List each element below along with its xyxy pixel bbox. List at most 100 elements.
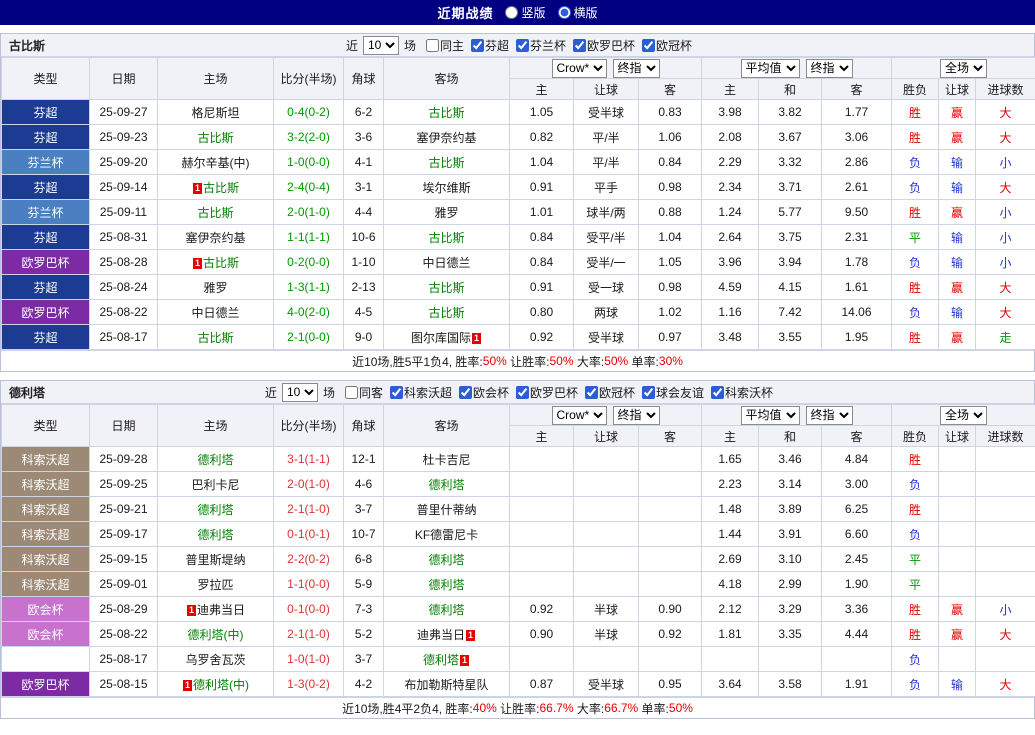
avg-provider-select[interactable]: 平均值 xyxy=(740,58,800,78)
result-goals-cell xyxy=(975,496,1035,522)
layout-horizontal-option[interactable]: 横版 xyxy=(557,4,598,21)
filter-checkbox[interactable] xyxy=(516,385,529,399)
team-link: 塞伊奈约基 xyxy=(416,130,477,145)
league-type-cell: 欧罗巴杯 xyxy=(1,299,90,325)
team-link: 雅罗 xyxy=(203,280,228,295)
team-link: 德利塔 xyxy=(428,577,465,592)
score-cell: 1-1(1-1) xyxy=(273,224,344,250)
avg-home-cell xyxy=(701,646,759,672)
scope-select[interactable]: 全场 xyxy=(940,58,988,78)
avg-draw-cell: 3.94 xyxy=(758,249,822,275)
horizontal-radio[interactable] xyxy=(557,6,571,19)
vertical-radio[interactable] xyxy=(505,6,519,19)
result-wdl-cell: 胜 xyxy=(891,621,940,647)
column-header: 类型 xyxy=(1,404,90,447)
filter-checkbox[interactable] xyxy=(425,38,439,52)
layout-vertical-option[interactable]: 竖版 xyxy=(505,4,546,21)
home-team-cell: 乌罗舍瓦茨 xyxy=(157,646,274,672)
result-handicap-cell: 输 xyxy=(938,174,977,200)
result-handicap-cell: 输 xyxy=(938,149,977,175)
filter-same-venue-option[interactable]: 同客 xyxy=(344,384,383,401)
odds-provider-select[interactable]: Crow* xyxy=(551,58,607,78)
filter-league-option[interactable]: 芬兰杯 xyxy=(516,37,566,54)
league-type-cell: 科索沃超 xyxy=(1,471,90,497)
recent-count-select[interactable]: 10 xyxy=(362,35,399,55)
filter-checkbox[interactable] xyxy=(516,38,529,52)
odds-handicap-cell xyxy=(573,646,639,672)
avg-home-cell: 3.98 xyxy=(701,99,759,125)
recent-count-select[interactable]: 10 xyxy=(281,382,318,402)
team-link: 德利塔(中) xyxy=(187,627,244,642)
score-cell: 3-1(1-1) xyxy=(273,446,344,472)
score-cell: 1-0(1-0) xyxy=(273,646,344,672)
odds-kind-select[interactable]: 终指 xyxy=(612,405,660,425)
avg-draw-cell: 3.29 xyxy=(758,596,822,622)
result-handicap-cell xyxy=(938,446,977,472)
column-header: 比分(半场) xyxy=(273,404,344,447)
team-link: 古比斯 xyxy=(202,255,239,270)
result-handicap-cell: 赢 xyxy=(938,199,977,225)
away-team-cell: 古比斯 xyxy=(383,224,510,250)
filter-same-venue-option[interactable]: 同主 xyxy=(425,37,464,54)
filter-checkbox[interactable] xyxy=(711,385,725,399)
result-handicap-cell: 输 xyxy=(938,299,977,325)
filter-league-option[interactable]: 欧会杯 xyxy=(458,384,509,401)
scope-select[interactable]: 全场 xyxy=(940,405,988,425)
odds-away-cell: 0.90 xyxy=(638,596,702,622)
filter-prefix-label: 近 xyxy=(345,38,358,53)
team-link: KF德雷尼卡 xyxy=(414,527,479,542)
sub-column-header: 主 xyxy=(509,425,574,447)
match-row: 25-08-17 乌罗舍瓦茨 1-0(1-0) 3-7 德利塔 1 负 xyxy=(1,646,1035,672)
odds-handicap-cell: 两球 xyxy=(573,299,639,325)
filter-league-option[interactable]: 欧罗巴杯 xyxy=(516,384,578,401)
filter-checkbox[interactable] xyxy=(585,385,599,399)
odds-home-cell: 0.84 xyxy=(509,249,574,275)
match-date: 25-09-28 xyxy=(89,446,158,472)
filter-prefix-label: 近 xyxy=(264,385,277,400)
sub-column-header: 胜负 xyxy=(891,78,940,100)
filter-checkbox[interactable] xyxy=(389,385,403,399)
red-card-badge: 1 xyxy=(460,654,469,666)
filter-league-option[interactable]: 欧罗巴杯 xyxy=(573,37,635,54)
filter-league-option[interactable]: 球会友谊 xyxy=(642,384,704,401)
result-goals-cell: 小 xyxy=(975,249,1035,275)
match-date: 25-09-25 xyxy=(89,471,158,497)
score-cell: 2-0(1-0) xyxy=(273,471,344,497)
filter-league-option[interactable]: 科索沃超 xyxy=(389,384,452,401)
odds-home-cell: 0.91 xyxy=(509,274,574,300)
filter-checkbox[interactable] xyxy=(458,385,472,399)
avg-home-cell: 4.18 xyxy=(701,571,759,597)
filter-league-option[interactable]: 科索沃杯 xyxy=(711,384,773,401)
filter-checkbox[interactable] xyxy=(470,38,484,52)
filter-checkbox[interactable] xyxy=(642,385,656,399)
filter-league-option[interactable]: 欧冠杯 xyxy=(585,384,635,401)
result-wdl-cell: 胜 xyxy=(891,199,940,225)
avg-home-cell: 2.69 xyxy=(701,546,759,572)
odds-home-cell: 0.90 xyxy=(509,621,574,647)
result-wdl-cell: 负 xyxy=(891,249,940,275)
avg-provider-select[interactable]: 平均值 xyxy=(740,405,800,425)
filter-league-option[interactable]: 欧冠杯 xyxy=(642,37,692,54)
result-goals-cell: 走 xyxy=(975,324,1035,350)
filter-checkbox-label: 欧冠杯 xyxy=(656,38,693,53)
filter-checkbox[interactable] xyxy=(642,38,656,52)
odds-home-cell: 1.01 xyxy=(509,199,574,225)
odds-provider-select[interactable]: Crow* xyxy=(551,405,607,425)
table-header: 类型 日期 主场 比分(半场) 角球 客场 Crow* 终指 平均值 终指 全场主让球客主和客胜负让… xyxy=(1,57,1035,100)
result-wdl-cell: 胜 xyxy=(891,446,940,472)
avg-away-cell: 1.77 xyxy=(820,99,893,125)
avg-draw-cell: 3.46 xyxy=(758,446,822,472)
odds-kind-select[interactable]: 终指 xyxy=(612,58,660,78)
summary-text: 近10场,胜4平2负4, 胜率: xyxy=(342,701,473,716)
filter-league-option[interactable]: 芬超 xyxy=(470,37,509,54)
odds-handicap-cell: 受平/半 xyxy=(573,224,639,250)
odds-home-cell: 0.87 xyxy=(509,671,574,697)
team-link: 古比斯 xyxy=(197,205,234,220)
filter-checkbox[interactable] xyxy=(344,385,358,399)
filter-checkbox[interactable] xyxy=(573,38,587,52)
score-cell: 1-3(0-2) xyxy=(273,671,344,697)
result-goals-cell xyxy=(975,471,1035,497)
avg-kind-select[interactable]: 终指 xyxy=(805,405,853,425)
avg-kind-select[interactable]: 终指 xyxy=(805,58,853,78)
result-wdl-cell: 胜 xyxy=(891,274,940,300)
